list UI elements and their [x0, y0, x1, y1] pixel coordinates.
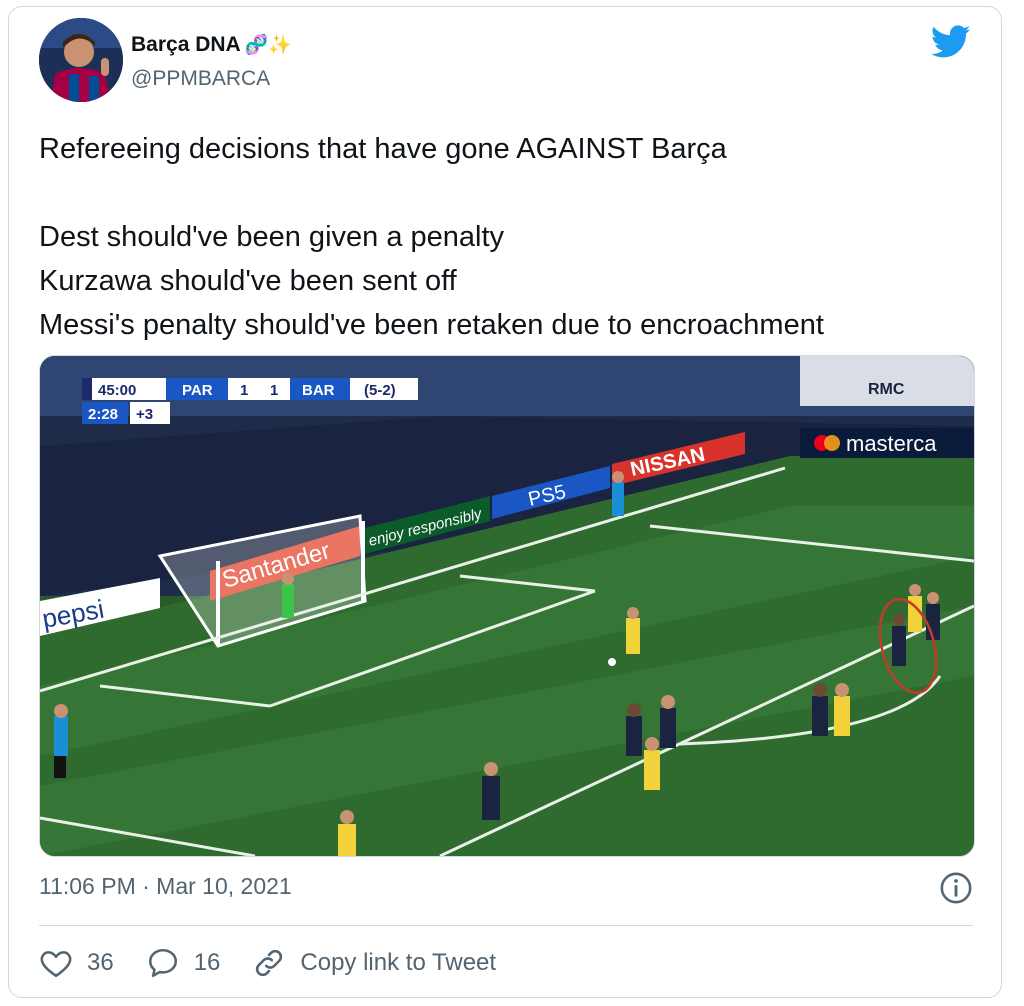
tweet-media-image[interactable]: pepsi Santander enjoy responsibly PS5 NI…: [39, 355, 975, 857]
heart-icon: [40, 951, 72, 978]
scorebug-away: BAR: [302, 382, 335, 399]
football-match-frame: pepsi Santander enjoy responsibly PS5 NI…: [40, 356, 974, 856]
tweet-line: Refereeing decisions that have gone AGAI…: [39, 133, 727, 165]
broadcaster-logo: RMC: [868, 381, 905, 398]
goalkeeper: [282, 573, 294, 618]
tweet-card: Barça DNA 🧬✨ @PPMBARCA Refereeing decisi…: [8, 6, 1002, 998]
scorebug-added-time: +3: [136, 406, 153, 423]
divider: [39, 925, 973, 926]
reply-icon: [148, 948, 177, 978]
ball: [608, 658, 616, 666]
player: [812, 683, 828, 736]
scorebug-time: 45:00: [98, 382, 136, 399]
tweet-actions: 36 16 Copy link to Tweet: [39, 943, 528, 983]
tweet-text: Refereeing decisions that have gone AGAI…: [39, 127, 979, 347]
mastercard-board: masterca: [846, 431, 937, 456]
reply-button[interactable]: 16: [146, 946, 221, 980]
twitter-bird-icon[interactable]: [931, 25, 971, 59]
player: [660, 695, 676, 748]
player: [926, 592, 940, 640]
author-name-row[interactable]: Barça DNA 🧬✨: [131, 33, 292, 57]
reply-count: 16: [193, 949, 221, 976]
like-button[interactable]: 36: [39, 946, 114, 980]
avatar[interactable]: [39, 18, 123, 102]
tweet-line-blank: [39, 171, 979, 215]
tweet-line: Kurzawa should've been sent off: [39, 265, 457, 297]
penalty-taker: [626, 607, 640, 654]
author-handle[interactable]: @PPMBARCA: [131, 67, 270, 91]
player: [834, 683, 850, 736]
copy-link-label: Copy link to Tweet: [300, 949, 497, 976]
tweet-line: Messi's penalty should've been retaken d…: [39, 309, 824, 341]
scorebug-home: PAR: [182, 382, 213, 399]
player: [644, 737, 660, 790]
player: [482, 762, 500, 820]
info-icon[interactable]: [939, 871, 973, 905]
like-count: 36: [87, 949, 114, 976]
scorebug-added-clock: 2:28: [88, 406, 118, 423]
scorebug-home-score: 1: [240, 382, 248, 399]
tweet-timestamp[interactable]: 11:06 PM · Mar 10, 2021: [39, 873, 292, 900]
copy-link-button[interactable]: Copy link to Tweet: [252, 946, 496, 980]
player: [626, 703, 642, 756]
player: [338, 810, 356, 856]
scorebug-away-score: 1: [270, 382, 278, 399]
player: [892, 614, 906, 666]
author-emoji: 🧬✨: [244, 35, 293, 56]
referee: [612, 471, 624, 516]
link-icon: [256, 949, 283, 977]
author-name[interactable]: Barça DNA: [131, 33, 241, 57]
scorebug-aggregate: (5-2): [364, 382, 396, 399]
assistant-referee: [54, 704, 68, 778]
tweet-line: Dest should've been given a penalty: [39, 221, 505, 253]
